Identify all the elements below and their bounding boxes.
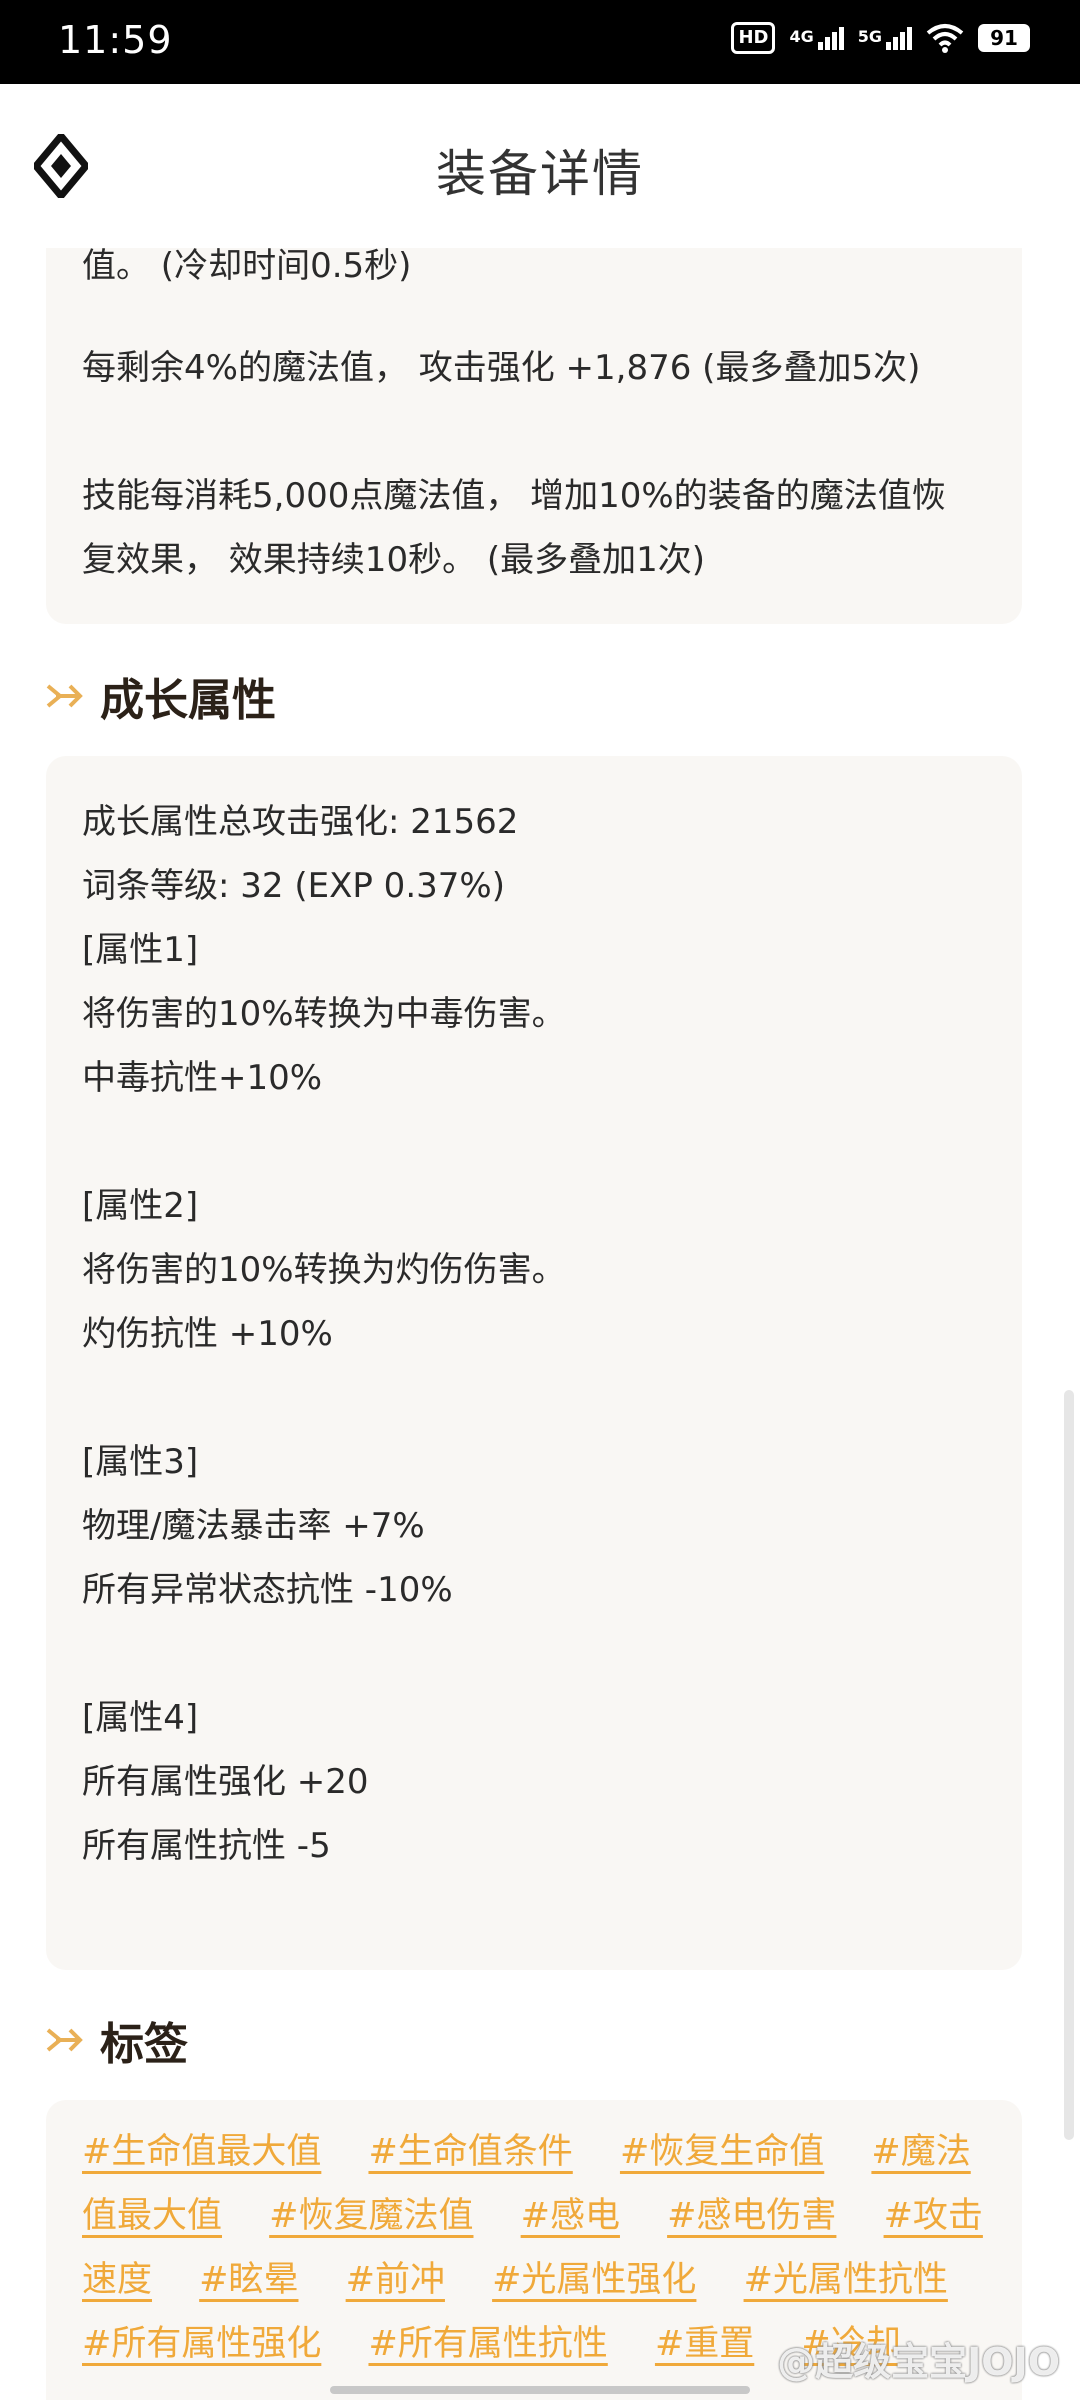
growth-line: 灼伤抗性 +10% <box>82 1314 333 1354</box>
watermark-text: @超级宝宝JOJO <box>777 2340 1060 2384</box>
tag-link[interactable]: #感电伤害 <box>667 2196 836 2236</box>
tag-link[interactable]: #感电 <box>521 2196 620 2236</box>
tag-link[interactable]: #重置 <box>655 2324 754 2364</box>
tag-link[interactable]: #恢复魔法值 <box>269 2196 473 2236</box>
tag-link[interactable]: #生命值最大值 <box>82 2132 321 2172</box>
tag-link[interactable]: #光属性抗性 <box>744 2260 948 2300</box>
effect-line-1: 每剩余4%的魔法值， 攻击强化 +1,876 (最多叠加5次) <box>82 348 921 388</box>
status-time: 11:59 <box>58 18 173 62</box>
status-icons: HD 4G 5G 91 <box>731 22 1030 54</box>
tag-link[interactable]: #所有属性强化 <box>82 2324 321 2364</box>
growth-line: 物理/魔法暴击率 +7% <box>82 1506 425 1546</box>
growth-line: 中毒抗性+10% <box>82 1058 323 1098</box>
signal-4g-icon: 4G <box>789 26 844 50</box>
growth-line: [属性2] <box>82 1186 199 1226</box>
section-tags-header: 标签 <box>46 2008 188 2072</box>
growth-line: 成长属性总攻击强化: 21562 <box>82 802 519 842</box>
growth-line: 词条等级: 32 (EXP 0.37%) <box>82 866 505 906</box>
growth-line: [属性1] <box>82 930 199 970</box>
tag-link[interactable]: #恢复生命值 <box>620 2132 824 2172</box>
tag-link[interactable]: #前冲 <box>346 2260 445 2300</box>
section-growth-header: 成长属性 <box>46 664 276 728</box>
effect-line-2a: 技能每消耗5,000点魔法值， 增加10%的装备的魔法值恢 <box>82 476 946 516</box>
home-indicator[interactable] <box>330 2386 750 2394</box>
growth-line: [属性3] <box>82 1442 199 1482</box>
tag-link[interactable]: #光属性强化 <box>492 2260 696 2300</box>
hd-icon: HD <box>731 22 776 54</box>
section-tags-title: 标签 <box>100 2019 188 2070</box>
tag-link[interactable]: #生命值条件 <box>368 2132 572 2172</box>
status-bar: 11:59 HD 4G 5G 91 <box>0 0 1080 84</box>
page-title: 装备详情 <box>436 145 644 203</box>
scrollbar[interactable] <box>1064 1390 1074 2140</box>
signal-5g-icon: 5G <box>858 26 912 50</box>
tag-link[interactable]: #眩晕 <box>199 2260 298 2300</box>
effect-line-cut: 值。 (冷却时间0.5秒) <box>82 248 412 286</box>
section-arrow-icon <box>46 684 83 708</box>
section-arrow-icon <box>46 2028 83 2052</box>
growth-line: [属性4] <box>82 1698 199 1738</box>
section-growth-title: 成长属性 <box>100 675 276 726</box>
growth-line: 将伤害的10%转换为灼伤伤害。 <box>82 1250 566 1290</box>
growth-line: 将伤害的10%转换为中毒伤害。 <box>82 994 566 1034</box>
effect-line-2b: 复效果， 效果持续10秒。 (最多叠加1次) <box>82 540 706 580</box>
wifi-icon <box>926 24 964 53</box>
growth-line: 所有属性抗性 -5 <box>82 1826 331 1866</box>
growth-card: 成长属性总攻击强化: 21562 词条等级: 32 (EXP 0.37%) [属… <box>46 756 1022 1970</box>
growth-line: 所有异常状态抗性 -10% <box>82 1570 453 1610</box>
content-area[interactable]: 值。 (冷却时间0.5秒) 每剩余4%的魔法值， 攻击强化 +1,876 (最多… <box>0 248 1080 2400</box>
battery-icon: 91 <box>978 24 1030 52</box>
tag-link[interactable]: #所有属性抗性 <box>368 2324 607 2364</box>
app-header: 装备详情 <box>0 84 1080 248</box>
growth-line: 所有属性强化 +20 <box>82 1762 369 1802</box>
effects-card: 值。 (冷却时间0.5秒) 每剩余4%的魔法值， 攻击强化 +1,876 (最多… <box>46 248 1022 624</box>
